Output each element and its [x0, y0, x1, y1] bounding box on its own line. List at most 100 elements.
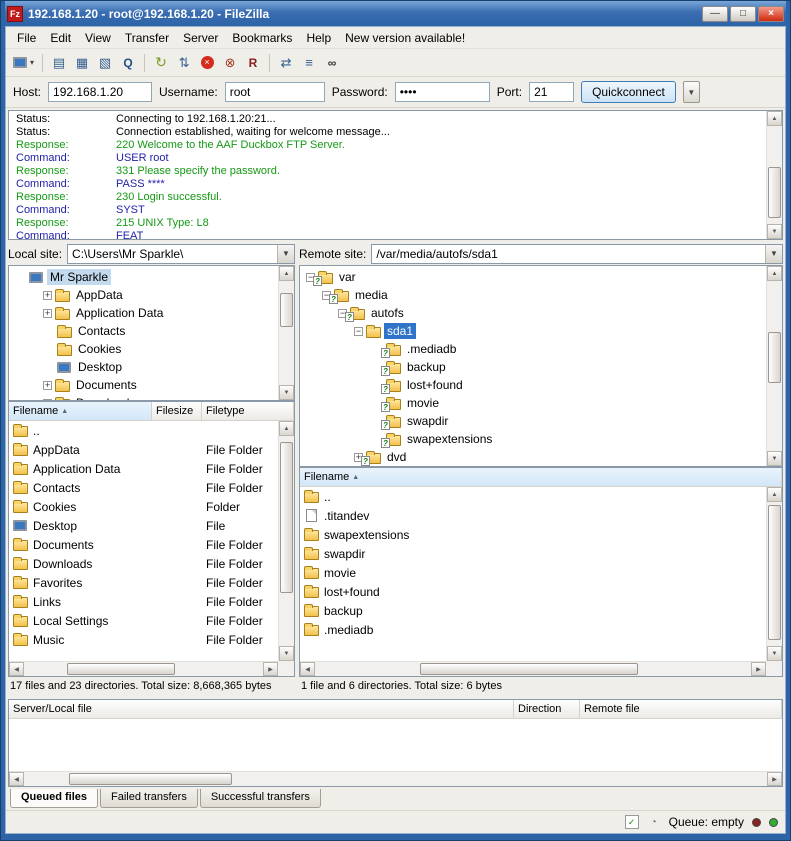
combo-arrow-icon[interactable]: ▼	[765, 245, 782, 263]
tree-item-swapdir[interactable]: ?swapdir	[300, 412, 766, 430]
file-row[interactable]: LinksFile Folder	[9, 592, 278, 611]
tree-item-media[interactable]: −?media	[300, 286, 766, 304]
file-row[interactable]: Local SettingsFile Folder	[9, 611, 278, 630]
synchronized-browsing-button[interactable]: ≡	[298, 52, 320, 74]
message-log-toggle-button[interactable]: ▤	[48, 52, 70, 74]
scroll-down-icon[interactable]: ▼	[767, 224, 782, 239]
tab-failed-transfers[interactable]: Failed transfers	[100, 789, 198, 808]
file-row[interactable]: Application DataFile Folder	[9, 459, 278, 478]
scrollbar-thumb[interactable]	[69, 773, 232, 785]
tree-item-autofs[interactable]: −?autofs	[300, 304, 766, 322]
reconnect-button[interactable]: R	[242, 52, 264, 74]
quickconnect-dropdown-button[interactable]: ▼	[683, 81, 700, 103]
tab-queued-files[interactable]: Queued files	[10, 789, 98, 808]
menu-transfer[interactable]: Transfer	[118, 29, 176, 47]
find-files-button[interactable]: ∞	[321, 52, 343, 74]
scrollbar-thumb[interactable]	[768, 505, 781, 640]
tree-item-downloads[interactable]: +Downloads	[9, 394, 278, 400]
remote-site-combo[interactable]: /var/media/autofs/sda1 ▼	[371, 244, 783, 264]
host-input[interactable]	[48, 82, 152, 102]
expander-icon[interactable]: +	[43, 399, 52, 401]
scroll-down-icon[interactable]: ▼	[767, 646, 782, 661]
expander-icon[interactable]: +	[43, 381, 52, 390]
minimize-button[interactable]: —	[702, 6, 728, 22]
local-site-combo[interactable]: C:\Users\Mr Sparkle\ ▼	[67, 244, 295, 264]
remote-list-scrollbar[interactable]: ▲ ▼	[766, 487, 782, 661]
scroll-down-icon[interactable]: ▼	[767, 451, 782, 466]
expander-icon[interactable]: +	[43, 291, 52, 300]
queue-view-toggle-button[interactable]: Q	[117, 52, 139, 74]
scrollbar-thumb[interactable]	[420, 663, 638, 675]
file-row[interactable]: ..	[300, 487, 766, 506]
cancel-button[interactable]: ×	[196, 52, 218, 74]
scroll-down-icon[interactable]: ▼	[279, 385, 294, 400]
file-row[interactable]: ContactsFile Folder	[9, 478, 278, 497]
local-list-hscrollbar[interactable]: ◀ ▶	[9, 661, 278, 676]
scroll-up-icon[interactable]: ▲	[279, 421, 294, 436]
tree-item-application-data[interactable]: +Application Data	[9, 304, 278, 322]
file-row[interactable]: lost+found	[300, 582, 766, 601]
username-input[interactable]	[225, 82, 325, 102]
tab-successful-transfers[interactable]: Successful transfers	[200, 789, 321, 808]
file-row[interactable]: CookiesFolder	[9, 497, 278, 516]
scrollbar-thumb[interactable]	[768, 167, 781, 218]
data-type-status-icon[interactable]: ✓	[625, 815, 639, 829]
password-input[interactable]	[395, 82, 490, 102]
tree-item-contacts[interactable]: Contacts	[9, 322, 278, 340]
tree-item-cookies[interactable]: Cookies	[9, 340, 278, 358]
remote-tree-scrollbar[interactable]: ▲ ▼	[766, 266, 782, 466]
tree-item-appdata[interactable]: +AppData	[9, 286, 278, 304]
scroll-right-icon[interactable]: ▶	[263, 662, 278, 676]
scrollbar-thumb[interactable]	[67, 663, 175, 675]
remote-tree-toggle-button[interactable]: ▧	[94, 52, 116, 74]
process-queue-button[interactable]: ⇅	[173, 52, 195, 74]
remote-list-hscrollbar[interactable]: ◀ ▶	[300, 661, 766, 676]
column-header-filename[interactable]: Filename▲	[9, 402, 152, 420]
site-manager-button[interactable]: ▾	[10, 52, 37, 74]
file-row[interactable]: MusicFile Folder	[9, 630, 278, 649]
tree-item-sda1[interactable]: −sda1	[300, 322, 766, 340]
menu-server[interactable]: Server	[176, 29, 225, 47]
tree-item-mediadb[interactable]: ?.mediadb	[300, 340, 766, 358]
column-header-server-local-file[interactable]: Server/Local file	[9, 700, 514, 718]
file-row[interactable]: swapdir	[300, 544, 766, 563]
file-row[interactable]: DesktopFile	[9, 516, 278, 535]
tree-item-dvd[interactable]: +?dvd	[300, 448, 766, 466]
file-row[interactable]: DownloadsFile Folder	[9, 554, 278, 573]
column-header-filename[interactable]: Filename▲	[300, 468, 782, 486]
tree-item-backup[interactable]: ?backup	[300, 358, 766, 376]
file-row[interactable]: swapextensions	[300, 525, 766, 544]
expander-icon[interactable]: −	[354, 327, 363, 336]
menu-new-version[interactable]: New version available!	[338, 29, 472, 47]
column-header-filesize[interactable]: Filesize	[152, 402, 202, 420]
close-button[interactable]: ×	[758, 6, 784, 22]
local-tree-scrollbar[interactable]: ▲ ▼	[278, 266, 294, 400]
scroll-down-icon[interactable]: ▼	[279, 646, 294, 661]
scroll-up-icon[interactable]: ▲	[279, 266, 294, 281]
titlebar[interactable]: Fz 192.168.1.20 - root@192.168.1.20 - Fi…	[5, 1, 786, 26]
local-tree-toggle-button[interactable]: ▦	[71, 52, 93, 74]
expander-icon[interactable]: +	[43, 309, 52, 318]
scroll-left-icon[interactable]: ◀	[300, 662, 315, 676]
speed-limit-status-icon[interactable]: ◔	[647, 815, 661, 829]
file-row[interactable]: AppDataFile Folder	[9, 440, 278, 459]
log-scrollbar[interactable]: ▲ ▼	[766, 111, 782, 239]
menu-bookmarks[interactable]: Bookmarks	[225, 29, 299, 47]
scroll-up-icon[interactable]: ▲	[767, 111, 782, 126]
tree-item-mr-sparkle[interactable]: Mr Sparkle	[9, 268, 278, 286]
scrollbar-thumb[interactable]	[768, 332, 781, 383]
scrollbar-thumb[interactable]	[280, 293, 293, 326]
combo-arrow-icon[interactable]: ▼	[277, 245, 294, 263]
column-header-filetype[interactable]: Filetype	[202, 402, 294, 420]
scroll-left-icon[interactable]: ◀	[9, 772, 24, 786]
tree-item-lost-found[interactable]: ?lost+found	[300, 376, 766, 394]
quickconnect-button[interactable]: Quickconnect	[581, 81, 676, 103]
directory-comparison-button[interactable]: ⇄	[275, 52, 297, 74]
port-input[interactable]	[529, 82, 574, 102]
column-header-remote-file[interactable]: Remote file	[580, 700, 782, 718]
file-row[interactable]: movie	[300, 563, 766, 582]
refresh-button[interactable]: ↻	[150, 52, 172, 74]
tree-item-swapextensions[interactable]: ?swapextensions	[300, 430, 766, 448]
menu-view[interactable]: View	[78, 29, 118, 47]
maximize-button[interactable]: □	[730, 6, 756, 22]
